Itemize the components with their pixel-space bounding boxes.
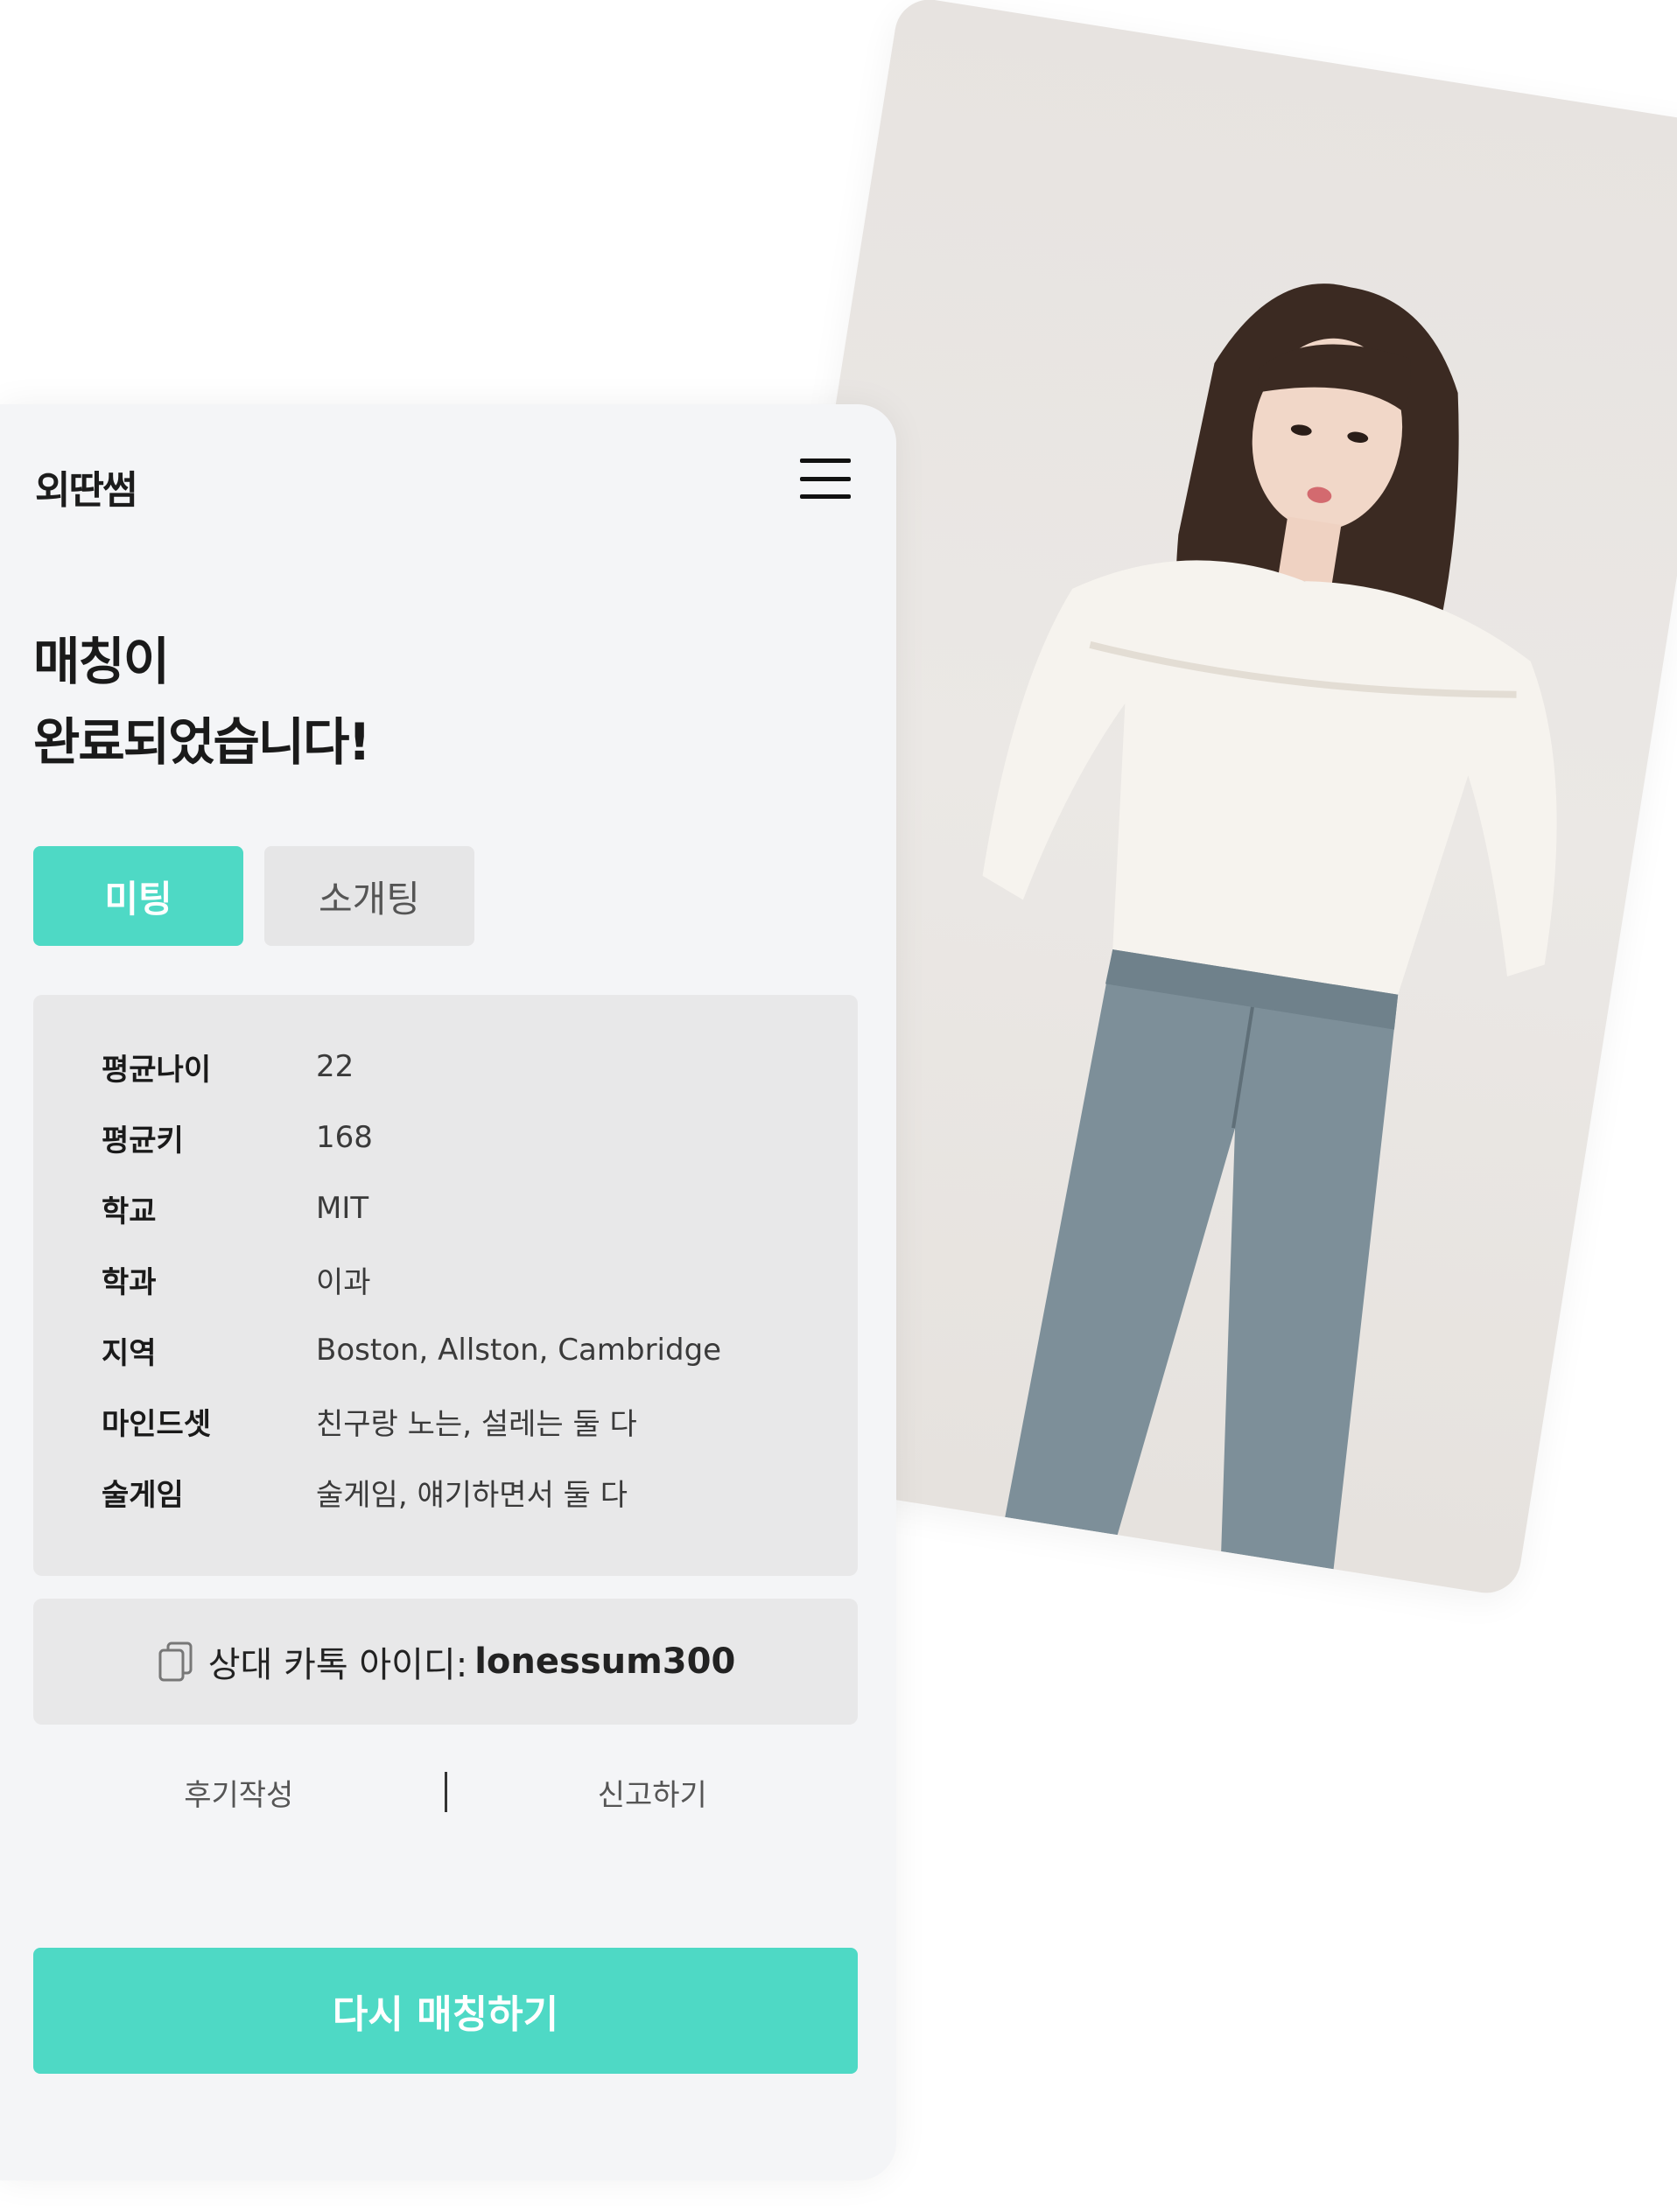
- info-label: 술게임: [102, 1477, 184, 1513]
- info-value: MIT: [316, 1191, 369, 1226]
- match-info-card: 평균나이 22 평균키 168 학교 MIT 학과 이과 지역 Boston, …: [33, 995, 858, 1576]
- kakao-id-copy-button[interactable]: 상대 카톡 아이디: lonessum300: [33, 1599, 858, 1725]
- phone-screen: 외딴썸 매칭이 완료되었습니다! 미팅 소개팅 평균나이 22 평균키 168 …: [0, 404, 896, 2180]
- info-row-age: 평균나이 22: [102, 1040, 354, 1093]
- tab-blind-date[interactable]: 소개팅: [264, 846, 474, 946]
- info-value: 22: [316, 1049, 354, 1084]
- info-label: 지역: [102, 1335, 157, 1371]
- page-title-line1: 매칭이: [33, 632, 170, 691]
- info-row-mindset: 마인드셋 친구랑 노는, 설레는 둘 다: [102, 1395, 637, 1447]
- menu-line: [800, 494, 851, 499]
- info-value: Boston, Allston, Cambridge: [316, 1333, 722, 1368]
- info-label: 평균키: [102, 1123, 184, 1158]
- report-link[interactable]: 신고하기: [447, 1771, 859, 1814]
- info-row-major: 학과 이과: [102, 1253, 371, 1306]
- app-logo[interactable]: 외딴썸: [35, 458, 137, 514]
- action-links: 후기작성 신고하기: [33, 1766, 858, 1818]
- info-label: 마인드셋: [102, 1406, 212, 1442]
- copy-icon: [158, 1642, 193, 1682]
- info-row-drinking-game: 술게임 술게임, 얘기하면서 둘 다: [102, 1466, 628, 1518]
- info-label: 학교: [102, 1194, 157, 1229]
- menu-line: [800, 458, 851, 463]
- rematch-button[interactable]: 다시 매칭하기: [33, 1948, 858, 2074]
- info-row-region: 지역 Boston, Allston, Cambridge: [102, 1324, 721, 1376]
- info-value: 168: [316, 1120, 373, 1155]
- info-value: 술게임, 얘기하면서 둘 다: [316, 1477, 628, 1513]
- kakao-id: lonessum300: [474, 1642, 736, 1682]
- match-type-tabs: 미팅 소개팅: [33, 846, 474, 946]
- info-value: 친구랑 노는, 설레는 둘 다: [316, 1406, 637, 1442]
- menu-line: [800, 476, 851, 481]
- page-title: 매칭이 완료되었습니다!: [33, 621, 371, 782]
- info-row-height: 평균키 168: [102, 1111, 373, 1164]
- page-title-line2: 완료되었습니다!: [33, 712, 371, 772]
- kakao-label: 상대 카톡 아이디:: [207, 1645, 468, 1685]
- info-row-school: 학교 MIT: [102, 1182, 368, 1235]
- hamburger-menu-icon[interactable]: [800, 458, 851, 499]
- info-label: 학과: [102, 1264, 157, 1300]
- info-value: 이과: [316, 1264, 371, 1300]
- info-label: 평균나이: [102, 1052, 212, 1088]
- write-review-link[interactable]: 후기작성: [33, 1771, 445, 1814]
- tab-meeting[interactable]: 미팅: [33, 846, 243, 946]
